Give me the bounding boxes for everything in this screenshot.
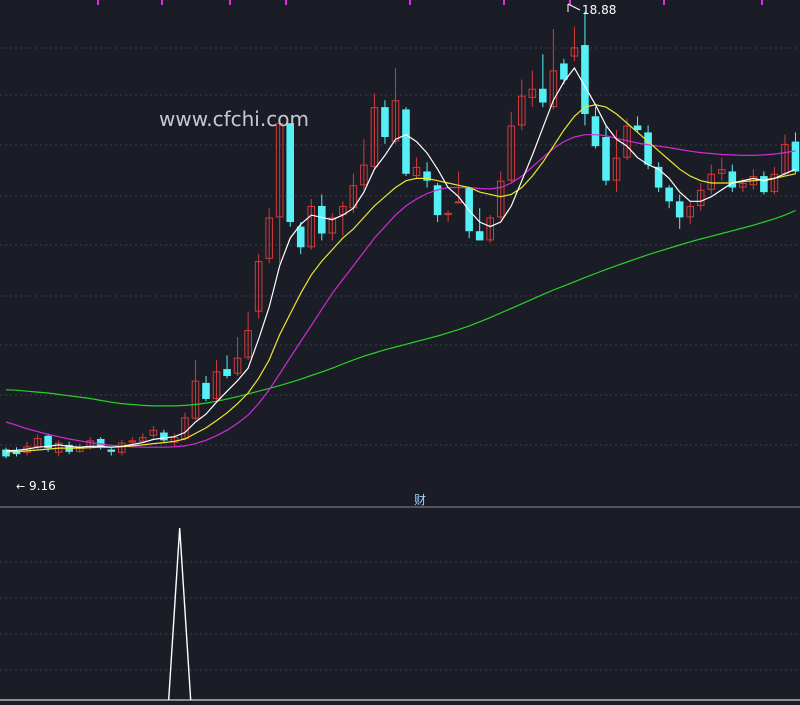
candle-body — [644, 132, 652, 165]
candle-body — [560, 63, 568, 80]
candle-body — [402, 109, 410, 174]
candle-body — [223, 369, 231, 376]
top-tick — [663, 0, 665, 5]
watermark: www.cfchi.com — [159, 107, 309, 131]
low-price-label: 9.16 — [29, 479, 56, 493]
candle-body — [318, 205, 326, 234]
low-label-group: ← 9.16 — [16, 479, 56, 493]
candle-body — [581, 45, 589, 115]
candle-body — [296, 226, 305, 248]
candlestick-chart: www.cfchi.com 18.88 ← 9.16 财 — [0, 0, 800, 705]
candle-body — [465, 187, 473, 232]
low-arrow-icon: ← — [16, 480, 25, 493]
candle-body — [107, 449, 116, 452]
candle-body — [760, 176, 768, 193]
candle-body — [665, 187, 673, 202]
candle-body — [381, 107, 389, 137]
candle-body — [602, 136, 610, 181]
top-tick — [229, 0, 231, 5]
candle-body — [591, 116, 600, 147]
top-tick — [97, 0, 99, 5]
candle-body — [286, 123, 294, 223]
candle-body — [160, 432, 168, 441]
chart-background — [0, 0, 800, 705]
top-tick — [503, 0, 505, 5]
high-price-label: 18.88 — [582, 3, 616, 17]
candle-body — [454, 201, 463, 204]
candle-body — [675, 201, 684, 218]
candle-body — [791, 141, 800, 172]
sub-indicator-label: 财 — [414, 493, 426, 507]
candle-body — [202, 382, 210, 399]
top-tick — [285, 0, 287, 5]
candle-body — [475, 231, 484, 241]
top-tick — [761, 0, 763, 5]
top-tick — [161, 0, 163, 5]
top-tick — [409, 0, 411, 5]
candle-body — [539, 88, 547, 103]
